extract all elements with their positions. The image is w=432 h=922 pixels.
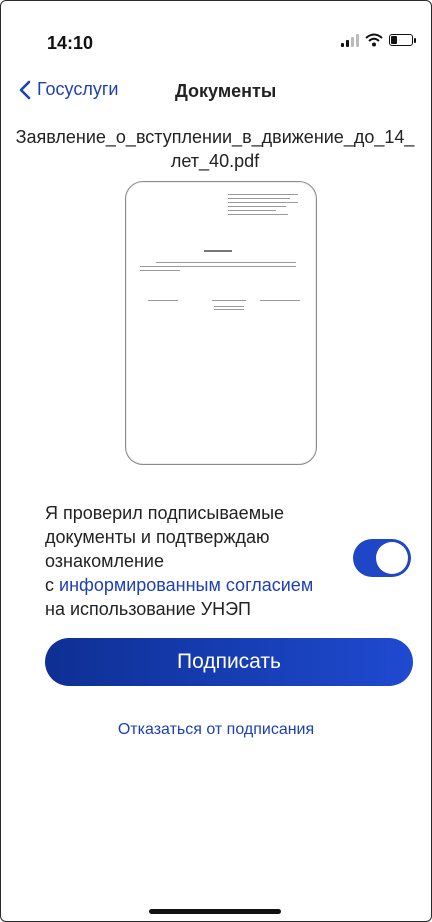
- home-indicator: [149, 909, 281, 914]
- consent-text-prefix: с: [45, 575, 60, 595]
- back-button[interactable]: Госуслуги: [19, 79, 118, 100]
- consent-text: Я проверил подписываемые документы и под…: [45, 501, 345, 621]
- page-title: Документы: [175, 81, 277, 101]
- document-filename: Заявление_о_вступлении_в_движение_до_14_…: [15, 127, 415, 171]
- informed-consent-link[interactable]: информированным согласием: [59, 575, 313, 595]
- status-bar: 14:10: [1, 1, 431, 61]
- sign-button[interactable]: Подписать: [45, 638, 413, 686]
- signal-icon: [341, 33, 359, 47]
- consent-text-part3: на использование УНЭП: [45, 599, 251, 619]
- battery-icon: [389, 34, 416, 46]
- consent-toggle[interactable]: [353, 539, 411, 577]
- decline-signing-link[interactable]: Отказаться от подписания: [1, 721, 431, 739]
- back-label: Госуслуги: [37, 79, 119, 99]
- consent-text-part1: Я проверил подписываемые документы и под…: [45, 503, 285, 571]
- phone-screen: 14:10 Госуслуги Документы Заявление_о_вс…: [0, 0, 432, 922]
- toggle-knob: [376, 542, 408, 574]
- status-time: 14:10: [47, 33, 94, 53]
- status-icons: [341, 33, 416, 47]
- document-preview[interactable]: [125, 181, 317, 465]
- chevron-left-icon: [19, 80, 31, 99]
- wifi-icon: [365, 33, 383, 47]
- battery-level: [391, 36, 397, 44]
- nav-bar: Госуслуги Документы: [1, 79, 431, 109]
